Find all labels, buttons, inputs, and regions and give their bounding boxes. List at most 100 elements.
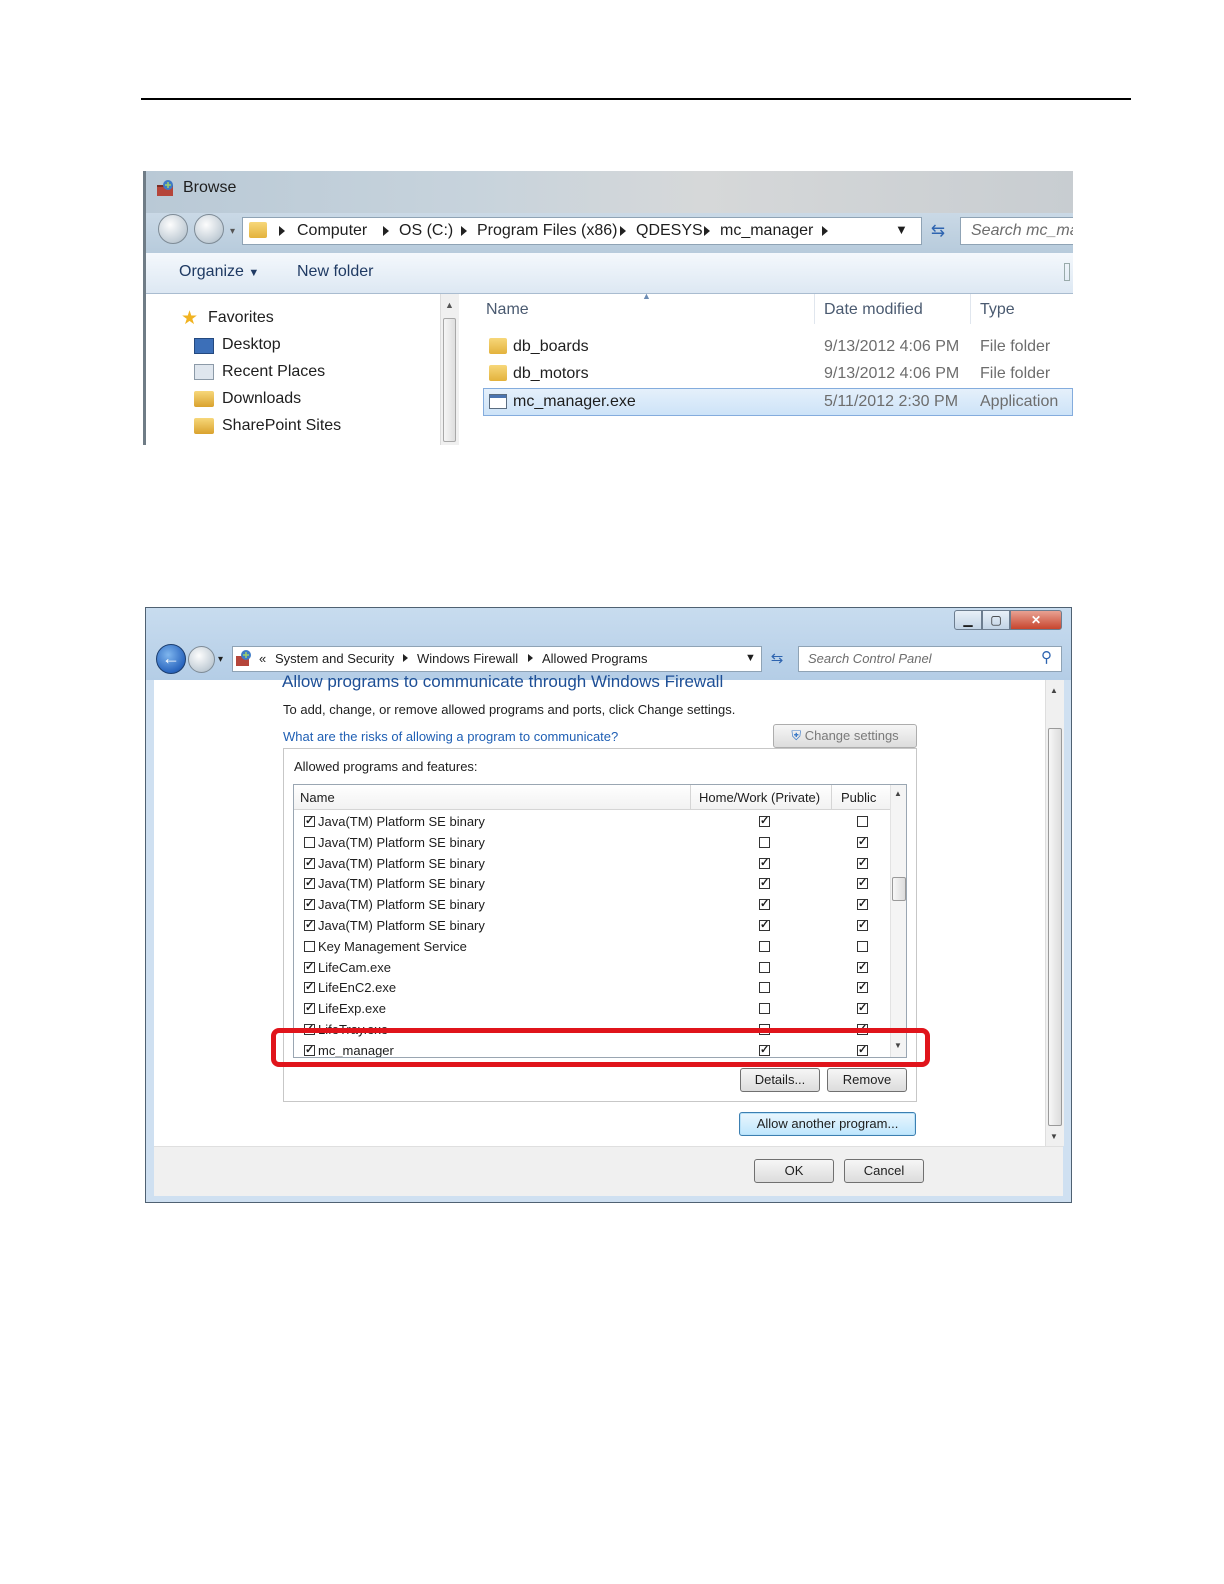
breadcrumb-os-c[interactable]: OS (C:)	[399, 222, 453, 240]
table-row[interactable]: ✓ LifeCam.exe ✓	[294, 957, 890, 978]
program-enabled-checkbox[interactable]: ✓	[304, 982, 315, 994]
column-header-public[interactable]: Public	[841, 790, 876, 805]
details-button[interactable]: Details...	[740, 1068, 820, 1092]
private-checkbox[interactable]	[759, 836, 770, 848]
private-checkbox[interactable]	[759, 982, 770, 994]
nav-item-downloads[interactable]: Downloads	[194, 390, 301, 408]
address-bar[interactable]: Computer OS (C:) Program Files (x86) QDE…	[242, 217, 922, 245]
program-enabled-checkbox[interactable]: ✓	[304, 816, 315, 827]
public-checkbox[interactable]	[857, 816, 868, 827]
search-icon[interactable]: ⚲	[1041, 648, 1052, 666]
program-enabled-checkbox[interactable]: ✓	[304, 878, 315, 890]
breadcrumb-computer[interactable]: Computer	[297, 222, 367, 240]
program-enabled-checkbox[interactable]: ✓	[304, 899, 315, 911]
refresh-icon[interactable]: ⇆	[764, 646, 790, 672]
column-separator[interactable]	[814, 294, 815, 324]
history-dropdown-icon[interactable]: ▾	[218, 654, 223, 665]
breadcrumb-program-files[interactable]: Program Files (x86)	[477, 222, 617, 240]
public-checkbox[interactable]: ✓	[857, 982, 868, 994]
private-checkbox[interactable]: ✓	[759, 899, 770, 911]
nav-item-sharepoint-sites[interactable]: SharePoint Sites	[194, 417, 341, 435]
program-enabled-checkbox[interactable]: ✓	[304, 1003, 315, 1015]
column-header-name[interactable]: Name	[486, 301, 529, 319]
scroll-thumb[interactable]	[1048, 728, 1062, 1126]
breadcrumb-mc-manager[interactable]: mc_manager	[720, 222, 813, 240]
breadcrumb-qdesys[interactable]: QDESYS	[636, 222, 703, 240]
public-checkbox[interactable]: ✓	[857, 920, 868, 931]
address-dropdown-icon[interactable]: ▼	[895, 222, 908, 237]
column-header-name[interactable]: Name	[300, 790, 335, 805]
public-checkbox[interactable]: ✓	[857, 899, 868, 911]
layout-icon[interactable]	[1064, 263, 1070, 281]
file-row-mc-manager-exe[interactable]: mc_manager.exe 5/11/2012 2:30 PM Applica…	[483, 388, 1073, 416]
program-enabled-checkbox[interactable]	[304, 836, 315, 848]
column-separator[interactable]	[690, 785, 691, 809]
list-scrollbar[interactable]: ▲ ▼	[890, 785, 906, 1057]
ok-button[interactable]: OK	[754, 1159, 834, 1183]
address-dropdown-icon[interactable]: ▼	[745, 652, 756, 664]
public-checkbox[interactable]: ✓	[857, 857, 868, 869]
scroll-thumb[interactable]	[443, 318, 456, 442]
column-separator[interactable]	[831, 785, 832, 809]
history-dropdown-icon[interactable]: ▾	[230, 226, 235, 237]
program-enabled-checkbox[interactable]: ✓	[304, 857, 315, 869]
scroll-up-icon[interactable]: ▲	[1050, 686, 1058, 695]
private-checkbox[interactable]	[759, 961, 770, 973]
table-row[interactable]: ✓ LifeExp.exe ✓	[294, 998, 890, 1019]
private-checkbox[interactable]: ✓	[759, 816, 770, 827]
nav-item-recent-places[interactable]: Recent Places	[194, 363, 325, 381]
scroll-down-icon[interactable]: ▼	[1050, 1132, 1058, 1141]
breadcrumb-windows-firewall[interactable]: Windows Firewall	[417, 651, 518, 666]
scroll-up-icon[interactable]: ▲	[894, 789, 902, 798]
table-row[interactable]: Key Management Service	[294, 936, 890, 957]
forward-button[interactable]	[188, 646, 215, 673]
table-row[interactable]: ✓ Java(TM) Platform SE binary ✓ ✓	[294, 853, 890, 874]
private-checkbox[interactable]: ✓	[759, 857, 770, 869]
table-row[interactable]: ✓ Java(TM) Platform SE binary ✓ ✓	[294, 915, 890, 936]
browse-titlebar[interactable]	[146, 171, 1073, 213]
table-row[interactable]: ✓ LifeEnC2.exe ✓	[294, 977, 890, 998]
maximize-button[interactable]: ▢	[982, 610, 1010, 630]
new-folder-button[interactable]: New folder	[297, 263, 373, 281]
public-checkbox[interactable]: ✓	[857, 836, 868, 848]
program-enabled-checkbox[interactable]: ✓	[304, 961, 315, 973]
column-separator[interactable]	[970, 294, 971, 324]
private-checkbox[interactable]: ✓	[759, 920, 770, 931]
column-header-date-modified[interactable]: Date modified	[824, 301, 923, 319]
search-input[interactable]: Search mc_mar	[960, 217, 1073, 245]
public-checkbox[interactable]: ✓	[857, 961, 868, 973]
cancel-button[interactable]: Cancel	[844, 1159, 924, 1183]
table-row[interactable]: ✓ Java(TM) Platform SE binary ✓ ✓	[294, 894, 890, 915]
private-checkbox[interactable]: ✓	[759, 878, 770, 890]
change-settings-button[interactable]: ⛨ Change settings	[773, 724, 917, 748]
breadcrumb-allowed-programs[interactable]: Allowed Programs	[542, 651, 648, 666]
table-row[interactable]: ✓ Java(TM) Platform SE binary ✓ ✓	[294, 873, 890, 894]
allow-another-program-button[interactable]: Allow another program...	[739, 1112, 916, 1136]
file-row-db-boards[interactable]: db_boards 9/13/2012 4:06 PM File folder	[483, 335, 1073, 361]
program-enabled-checkbox[interactable]	[304, 940, 315, 952]
table-row[interactable]: ✓ Java(TM) Platform SE binary ✓	[294, 811, 890, 832]
search-input[interactable]: Search Control Panel ⚲	[798, 646, 1062, 672]
public-checkbox[interactable]: ✓	[857, 1003, 868, 1015]
minimize-button[interactable]: ▁	[954, 610, 982, 630]
navigation-scrollbar[interactable]: ▲	[440, 294, 459, 445]
private-checkbox[interactable]	[759, 1003, 770, 1015]
back-button[interactable]: ←	[156, 644, 186, 674]
forward-button[interactable]	[194, 214, 224, 244]
close-button[interactable]: ✕	[1010, 610, 1062, 630]
back-button[interactable]	[158, 214, 188, 244]
table-row[interactable]: Java(TM) Platform SE binary ✓	[294, 832, 890, 853]
private-checkbox[interactable]	[759, 940, 770, 952]
page-scrollbar[interactable]: ▲ ▼	[1045, 680, 1064, 1146]
nav-item-desktop[interactable]: Desktop	[194, 336, 281, 354]
nav-item-favorites[interactable]: ★ Favorites	[181, 308, 274, 329]
organize-button[interactable]: Organize ▼	[179, 263, 259, 281]
column-header-private[interactable]: Home/Work (Private)	[699, 790, 820, 805]
breadcrumb-system-and-security[interactable]: System and Security	[275, 651, 394, 666]
risks-link[interactable]: What are the risks of allowing a program…	[283, 729, 618, 744]
address-bar[interactable]: « System and Security Windows Firewall A…	[232, 646, 762, 672]
public-checkbox[interactable]: ✓	[857, 878, 868, 890]
column-header-type[interactable]: Type	[980, 301, 1015, 319]
scroll-thumb[interactable]	[892, 877, 906, 901]
refresh-icon[interactable]: ⇆	[924, 217, 952, 245]
